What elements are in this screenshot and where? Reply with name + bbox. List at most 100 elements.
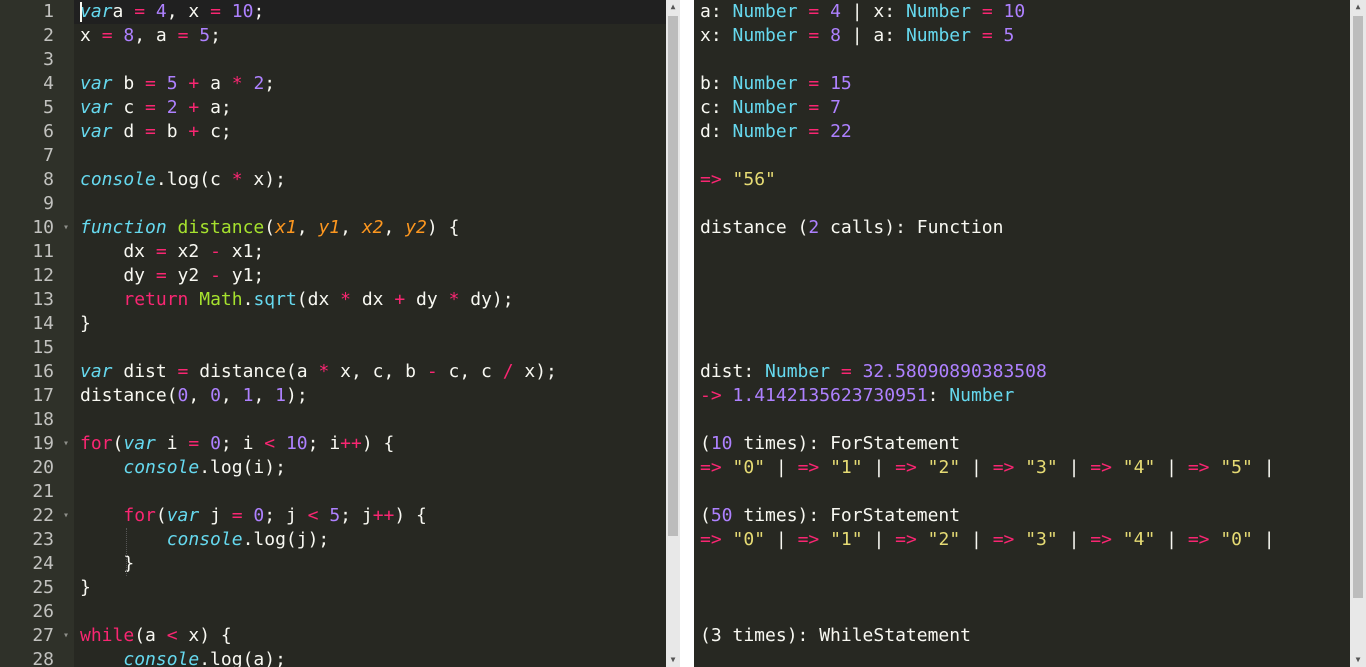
code-token: 10 — [992, 1, 1026, 22]
code-token: 2 — [808, 217, 820, 238]
editor-scrollbar[interactable]: ▲ ▼ — [666, 0, 680, 667]
code-line[interactable]: var dist = distance(a * x, c, b - c, c /… — [80, 360, 557, 384]
code-token: => — [992, 529, 1015, 550]
output-scroll-down-arrow-icon[interactable]: ▼ — [1350, 653, 1366, 667]
code-line[interactable]: console.log(c * x); — [80, 168, 286, 192]
code-token: y2 — [166, 265, 211, 286]
code-token: "56" — [721, 169, 776, 190]
fold-toggle-icon[interactable]: ▾ — [63, 432, 69, 456]
code-line[interactable]: console.log(a); — [80, 648, 286, 667]
output-scrollbar[interactable]: ▲ ▼ — [1350, 0, 1366, 667]
code-token: = — [808, 121, 820, 142]
code-token: x); — [513, 361, 557, 382]
code-line[interactable]: var c = 2 + a; — [80, 96, 232, 120]
code-line[interactable]: dy = y2 - y1; — [80, 264, 264, 288]
code-token: Number — [905, 25, 971, 46]
code-token: distance( — [80, 385, 178, 406]
code-token: = — [808, 25, 820, 46]
code-token: 7 — [819, 97, 841, 118]
code-token: ) { — [426, 217, 460, 238]
code-token: * — [231, 73, 243, 94]
code-token: c, c — [437, 361, 503, 382]
code-token: 0 — [199, 433, 221, 454]
code-line[interactable]: for(var j = 0; j < 5; j++) { — [80, 504, 427, 528]
line-number: 26 — [0, 600, 74, 624]
code-token: = — [808, 97, 820, 118]
code-token: = — [981, 25, 993, 46]
code-token: + — [188, 73, 200, 94]
code-line[interactable]: } — [80, 576, 91, 600]
code-token: 0 — [210, 385, 221, 406]
code-line[interactable]: x = 8, a = 5; — [80, 24, 221, 48]
code-line[interactable]: while(a < x) { — [80, 624, 232, 648]
code-token: for — [123, 505, 156, 526]
code-token: console — [166, 529, 243, 550]
code-line[interactable]: dx = x2 - x1; — [80, 240, 264, 264]
code-token: j — [199, 505, 232, 526]
scroll-down-arrow-icon[interactable]: ▼ — [666, 653, 680, 667]
code-token: .log(a); — [199, 649, 286, 667]
output-line: => "56" — [700, 168, 776, 192]
line-number: 5 — [0, 96, 74, 120]
code-token: = — [981, 1, 993, 22]
code-token: } — [80, 577, 91, 598]
code-token: Number — [949, 385, 1015, 406]
code-token: x — [80, 25, 102, 46]
code-token: b — [112, 73, 146, 94]
code-token: ; — [210, 25, 221, 46]
code-token: 1.4142135623730951 — [721, 385, 928, 406]
code-token: < — [264, 433, 276, 454]
code-token: (3 times): WhileStatement — [700, 625, 971, 646]
line-number-text: 7 — [43, 145, 54, 166]
code-line[interactable]: var d = b + c; — [80, 120, 232, 144]
fold-toggle-icon[interactable]: ▾ — [63, 624, 69, 648]
code-token: console — [123, 457, 200, 478]
output-pane: a: Number = 4 | x: Number = 10 x: Number … — [694, 0, 1350, 667]
code-token: c: — [700, 97, 733, 118]
code-line[interactable]: function distance(x1, y1, x2, y2) { — [80, 216, 459, 240]
code-line[interactable]: vara = 4, x = 10; — [80, 0, 264, 24]
pane-divider[interactable] — [680, 0, 694, 667]
code-line[interactable]: } — [80, 312, 91, 336]
code-line[interactable]: for(var i = 0; i < 10; i++) { — [80, 432, 394, 456]
line-number-text: 21 — [32, 481, 54, 502]
line-number-text: 22 — [32, 505, 54, 526]
code-token: console — [80, 169, 156, 190]
output-scroll-up-arrow-icon[interactable]: ▲ — [1350, 0, 1366, 14]
code-line[interactable]: return Math.sqrt(dx * dx + dy * dy); — [80, 288, 514, 312]
scroll-up-arrow-icon[interactable]: ▲ — [666, 0, 680, 14]
code-token: => — [797, 457, 820, 478]
code-token: x1 — [275, 217, 297, 238]
output-line: d: Number = 22 — [700, 120, 852, 144]
code-line[interactable]: console.log(j); — [80, 528, 330, 552]
line-number-text: 10 — [32, 217, 54, 238]
line-number: 28 — [0, 648, 74, 667]
code-token: x); — [242, 169, 286, 190]
code-token: x2 — [361, 217, 384, 238]
code-line[interactable]: distance(0, 0, 1, 1); — [80, 384, 308, 408]
editor-scrollbar-thumb[interactable] — [668, 16, 678, 536]
code-line[interactable]: console.log(i); — [80, 456, 286, 480]
output-scrollbar-thumb[interactable] — [1353, 16, 1363, 598]
code-token: dy); — [459, 289, 514, 310]
fold-toggle-icon[interactable]: ▾ — [63, 216, 69, 240]
fold-toggle-icon[interactable]: ▾ — [63, 504, 69, 528]
code-token: / — [502, 361, 514, 382]
code-token: => — [1090, 529, 1112, 550]
code-token: y1 — [318, 217, 341, 238]
code-line[interactable]: var b = 5 + a * 2; — [80, 72, 275, 96]
code-token: 4 — [145, 1, 167, 22]
code-token: = — [808, 73, 820, 94]
line-number-text: 28 — [32, 649, 54, 667]
code-token: => — [797, 529, 820, 550]
code-editor[interactable]: 1 2 3 4 5 6 7 8 9 10 ▾ 11 12 13 14 15 16 17 18 19 ▾ 20 21 22 ▾ 23… — [0, 0, 666, 667]
code-token: | — [1155, 529, 1188, 550]
code-token: => — [1187, 457, 1210, 478]
code-token: < — [166, 625, 178, 646]
line-number-text: 13 — [32, 289, 54, 310]
code-token: Number — [732, 1, 798, 22]
code-token: b: — [700, 73, 733, 94]
